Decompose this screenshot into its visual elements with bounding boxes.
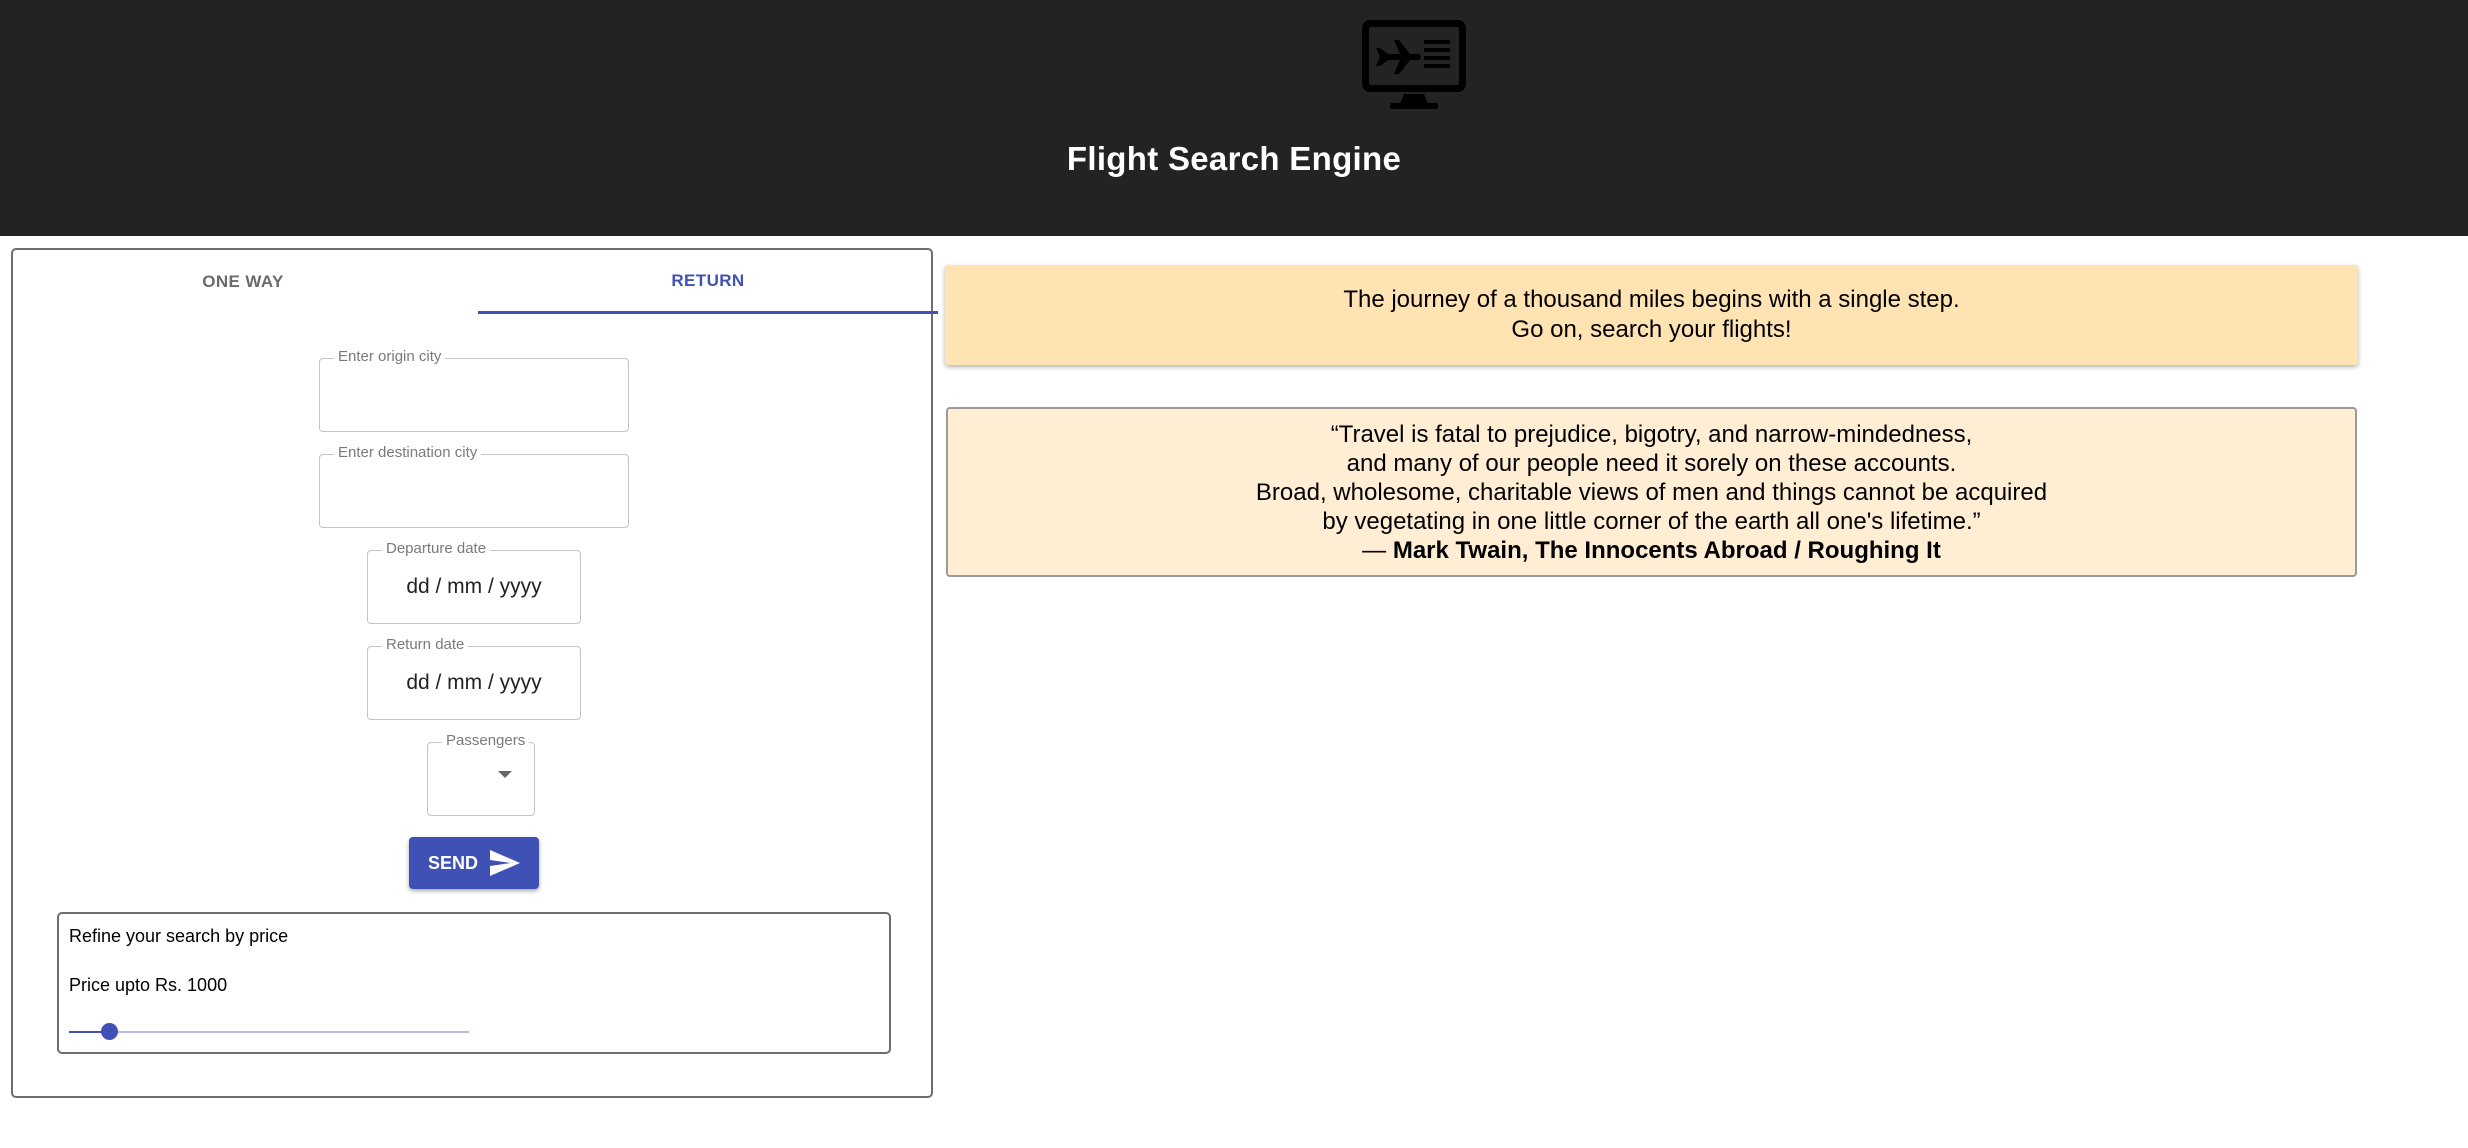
price-label: Price upto Rs. 1000 xyxy=(69,975,228,995)
quote-line-2: and many of our people need it sorely on… xyxy=(1346,450,1957,477)
passengers-label: Passengers xyxy=(442,732,530,749)
refine-title: Refine your search by price xyxy=(69,926,289,946)
destination-city-input[interactable] xyxy=(320,455,628,527)
search-form-card: ONE WAY RETURN Enter origin city Enter d… xyxy=(11,248,938,1098)
quote-line-1: “Travel is fatal to prejudice, bigotry, … xyxy=(1330,421,1973,448)
send-icon xyxy=(490,850,520,876)
departure-date-input[interactable]: dd / mm / yyyy xyxy=(368,551,580,623)
page-title: Flight Search Engine xyxy=(1066,140,1402,177)
app-header: Flight Search Engine xyxy=(0,0,2468,236)
origin-city-field[interactable]: Enter origin city xyxy=(319,348,629,432)
return-date-input[interactable]: dd / mm / yyyy xyxy=(368,647,580,719)
price-slider[interactable] xyxy=(69,1023,469,1040)
origin-city-input[interactable] xyxy=(320,359,628,431)
price-slider-thumb[interactable] xyxy=(101,1023,118,1040)
banner-line-2: Go on, search your flights! xyxy=(1511,316,1792,343)
destination-city-field[interactable]: Enter destination city xyxy=(319,444,629,528)
passengers-select[interactable]: Passengers xyxy=(427,732,535,816)
quote-box: “Travel is fatal to prejudice, bigotry, … xyxy=(946,407,2357,577)
return-date-field[interactable]: Return date dd / mm / yyyy xyxy=(367,636,581,720)
quote-attribution: — Mark Twain, The Innocents Abroad / Rou… xyxy=(948,536,2355,565)
computer-airplane-icon xyxy=(1362,20,1466,109)
banner-line-1: The journey of a thousand miles begins w… xyxy=(1343,286,1960,313)
price-refine-panel: Refine your search by price Price upto R… xyxy=(57,912,891,1054)
tab-return[interactable]: RETURN xyxy=(478,250,938,314)
quote-line-4: by vegetating in one little corner of th… xyxy=(1322,508,1981,535)
send-button[interactable]: SEND xyxy=(409,837,539,889)
send-button-label: SEND xyxy=(427,852,478,873)
departure-date-field[interactable]: Departure date dd / mm / yyyy xyxy=(367,540,581,624)
tab-one-way[interactable]: ONE WAY xyxy=(13,250,473,314)
quote-dash: — xyxy=(1362,537,1393,564)
motivation-banner: The journey of a thousand miles begins w… xyxy=(945,265,2358,365)
quote-line-3: Broad, wholesome, charitable views of me… xyxy=(1255,479,2048,506)
quote-author: Mark Twain, The Innocents Abroad / Rough… xyxy=(1392,537,1941,564)
chevron-down-icon xyxy=(498,771,512,778)
